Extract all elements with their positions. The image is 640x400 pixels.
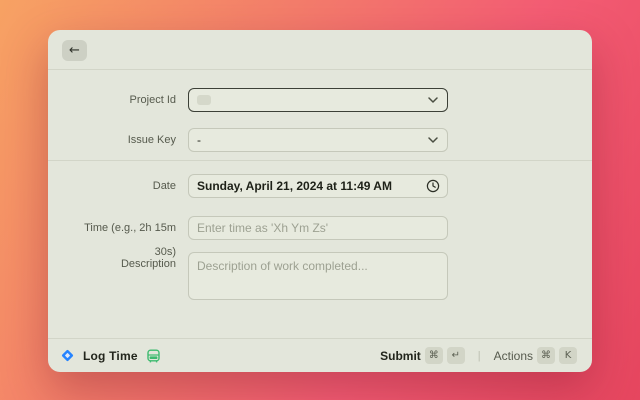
desktop: { "header": { "back_icon": "←" }, "form"… — [0, 0, 640, 400]
description-field — [188, 252, 448, 300]
clock-icon[interactable] — [426, 179, 440, 193]
window-header: ← — [48, 30, 592, 70]
actions-button[interactable]: Actions ⌘ K — [491, 345, 580, 366]
project-id-dropdown[interactable] — [188, 88, 448, 112]
section-divider — [48, 160, 592, 161]
return-key-icon: ↵ — [446, 347, 465, 364]
jira-diamond-icon — [60, 348, 75, 363]
chevron-down-icon — [428, 137, 438, 143]
time-input-field — [188, 216, 448, 240]
tray-green-icon — [146, 349, 161, 363]
footer-right: Submit ⌘ ↵ | Actions ⌘ K — [377, 345, 580, 366]
issue-key-label: Issue Key — [127, 134, 176, 146]
cmd-key-icon: ⌘ — [424, 347, 443, 364]
footer-separator: | — [477, 349, 481, 362]
date-value: Sunday, April 21, 2024 at 11:49 AM — [197, 179, 392, 193]
actions-label: Actions — [493, 348, 533, 363]
k-key-icon: K — [559, 347, 577, 364]
issue-key-value: - — [197, 133, 201, 147]
command-title: Log Time — [83, 348, 138, 363]
description-textarea[interactable] — [197, 259, 439, 293]
log-time-window: ← Project Id Issue Key - Date Sunday, Ap… — [48, 30, 592, 372]
footer-left: Log Time — [60, 348, 161, 363]
time-input[interactable] — [197, 221, 439, 235]
date-picker-field[interactable]: Sunday, April 21, 2024 at 11:49 AM — [188, 174, 448, 198]
description-label: Description — [120, 258, 176, 270]
back-button[interactable]: ← — [62, 40, 87, 61]
submit-button[interactable]: Submit ⌘ ↵ — [377, 345, 468, 366]
back-arrow-icon: ← — [69, 42, 80, 58]
cmd-key-icon: ⌘ — [537, 347, 555, 364]
submit-label: Submit — [380, 348, 421, 363]
loading-skeleton — [197, 95, 211, 105]
project-id-label: Project Id — [129, 94, 176, 106]
issue-key-dropdown[interactable]: - — [188, 128, 448, 152]
chevron-down-icon — [428, 97, 438, 103]
action-bar: Log Time Submit ⌘ ↵ | Actions ⌘ K — [48, 338, 592, 372]
date-label: Date — [152, 180, 176, 192]
